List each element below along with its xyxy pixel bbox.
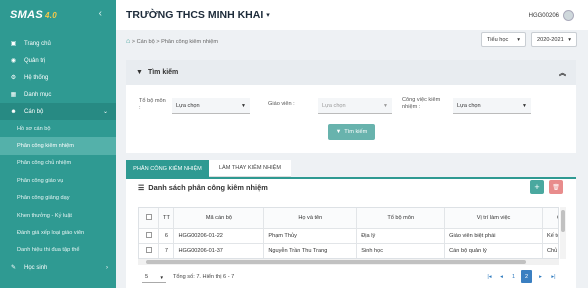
horizontal-scrollbar[interactable] <box>138 259 559 265</box>
sidebar-item-trang-chu[interactable]: ▣ Trang chủ <box>0 35 116 52</box>
admin-icon: ◉ <box>10 58 17 64</box>
user-menu[interactable]: HGG00206 <box>529 10 574 21</box>
cong-viec-label: Công việc kiêm nhiệm : <box>402 97 441 110</box>
search-panel-body <box>126 85 576 153</box>
tab-lam-thay-kiem-nhiem[interactable]: LÀM THAY KIÊM NHIỆM <box>209 160 291 177</box>
page-size-select[interactable]: 5 ▼ <box>142 272 166 283</box>
giao-vien-label: Giáo viên : <box>268 101 295 107</box>
trash-icon: 🗑 <box>552 184 560 191</box>
delete-button[interactable]: 🗑 <box>549 180 563 194</box>
cong-viec-select[interactable]: Lựa chọn ▼ <box>453 98 531 114</box>
table-row[interactable]: 7 HGG00206-01-37 Nguyễn Trần Thu Trang S… <box>139 242 558 258</box>
col-ma-can-bo: Mã cán bộ <box>173 208 265 228</box>
page-2[interactable]: 2 <box>521 270 532 283</box>
sidebar-item-danh-muc[interactable]: ▦ Danh mục <box>0 86 116 103</box>
to-bo-mon-label: Tổ bộ môn: <box>139 98 166 111</box>
select-all-checkbox[interactable] <box>139 208 160 228</box>
table-header: TT Mã cán bộ Họ và tên Tổ bộ môn Vị trí … <box>139 208 558 228</box>
student-icon: ✎ <box>10 265 17 272</box>
table-row[interactable]: 6 HGG00206-01-22 Phạm Thủy Địa lý Giáo v… <box>139 227 558 243</box>
user-icon: ☻ <box>10 108 17 115</box>
vertical-scrollbar[interactable] <box>560 207 566 259</box>
top-header: TRƯỜNG THCS MINH KHAI ▾ HGG00206 <box>116 0 588 30</box>
chevron-right-icon: › <box>106 264 108 271</box>
list-icon: ☰ <box>138 184 145 192</box>
grid-icon: ▦ <box>10 92 17 98</box>
plus-icon: + <box>534 182 540 192</box>
sidebar-subitem-phan-cong-kiem-nhiem[interactable]: Phân công kiêm nhiệm <box>0 137 116 155</box>
logo-bar: SMAS 4.0 ‹ <box>0 0 116 30</box>
sidebar-item-can-bo[interactable]: ☻ Cán bộ ⌄ <box>0 103 116 120</box>
search-panel-title: Tìm kiếm <box>147 69 179 76</box>
sidebar-subitem-danh-hieu[interactable]: Danh hiệu thi đua tập thể <box>0 242 116 259</box>
sidebar: SMAS 4.0 ‹ ▣ Trang chủ ◉ Quản trị ⚙ Hệ thống… <box>0 0 116 288</box>
last-page-icon[interactable]: ▸| <box>548 270 559 283</box>
app-logo[interactable]: SMAS 4.0 <box>10 9 57 21</box>
sidebar-subitem-ho-so[interactable]: Hồ sơ cán bộ <box>0 120 116 137</box>
sidebar-subitem-khen-thuong[interactable]: Khen thưởng - Kỷ luật <box>0 207 116 224</box>
col-ho-ten: Họ và tên <box>263 208 358 228</box>
next-page-icon[interactable]: ▸ <box>535 270 546 283</box>
caret-down-icon[interactable]: ▾ <box>266 11 270 19</box>
row-checkbox[interactable] <box>139 227 160 243</box>
col-cong-viec: Công <box>542 208 558 228</box>
tab-phan-cong-kiem-nhiem[interactable]: PHÂN CÔNG KIÊM NHIỆM <box>126 160 209 177</box>
sidebar-item-quan-tri[interactable]: ◉ Quản trị <box>0 52 116 69</box>
filter-icon: ▼ <box>335 129 342 135</box>
filter-icon: ▼ <box>136 69 143 76</box>
year-select[interactable]: 2020-2021 ▾ <box>531 32 577 47</box>
collapse-icon[interactable]: ︽ <box>559 68 566 78</box>
level-select[interactable]: Tiểu học ▾ <box>481 32 526 47</box>
breadcrumb-can-bo[interactable]: Cán bộ <box>137 39 155 45</box>
col-tt: TT <box>158 208 175 228</box>
avatar[interactable] <box>563 10 574 21</box>
breadcrumb-current: Phân công kiêm nhiệm <box>161 38 218 45</box>
first-page-icon[interactable]: |◂ <box>484 270 495 283</box>
sidebar-subitem-phan-cong-giang-day[interactable]: Phân công giảng dạy <box>0 190 116 207</box>
search-button[interactable]: ▼ Tìm kiếm <box>328 124 375 140</box>
user-code: HGG00206 <box>528 12 559 19</box>
sidebar-subitem-phan-cong-chu-nhiem[interactable]: Phân công chủ nhiệm <box>0 155 116 172</box>
school-selector[interactable]: TRƯỜNG THCS MINH KHAI <box>126 9 263 21</box>
add-button[interactable]: + <box>530 180 544 194</box>
row-checkbox[interactable] <box>139 242 160 258</box>
home-icon[interactable]: ⌂ <box>126 38 130 45</box>
system-icon: ⚙ <box>10 75 17 81</box>
assignment-table: TT Mã cán bộ Họ và tên Tổ bộ môn Vị trí … <box>138 207 559 259</box>
col-vi-tri: Vị trí làm việc <box>444 208 544 228</box>
search-panel-header[interactable]: ▼ Tìm kiếm ︽ <box>126 60 576 85</box>
sidebar-subitem-danh-gia[interactable]: Đánh giá xếp loại giáo viên <box>0 224 116 241</box>
to-bo-mon-select[interactable]: Lựa chọn ▼ <box>172 98 250 114</box>
prev-page-icon[interactable]: ◂ <box>496 270 507 283</box>
collapse-sidebar-icon[interactable]: ‹ <box>99 8 102 19</box>
sidebar-item-he-thong[interactable]: ⚙ Hệ thống <box>0 69 116 86</box>
page-1[interactable]: 1 <box>508 270 519 283</box>
pagination-summary: Tổng số: 7. Hiển thị 6 - 7 <box>173 274 235 280</box>
giao-vien-select[interactable]: Lựa chọn ▼ <box>318 98 392 114</box>
sidebar-subitem-phan-cong-giao-vu[interactable]: Phân công giáo vụ <box>0 172 116 189</box>
col-to-bo-mon: Tổ bộ môn <box>356 208 446 228</box>
chevron-down-icon: ⌄ <box>102 109 108 115</box>
dashboard-icon: ▣ <box>10 41 17 47</box>
sidebar-item-hoc-sinh[interactable]: ✎ Học sinh › <box>0 259 116 276</box>
list-title: ☰ Danh sách phân công kiêm nhiệm <box>138 183 268 192</box>
